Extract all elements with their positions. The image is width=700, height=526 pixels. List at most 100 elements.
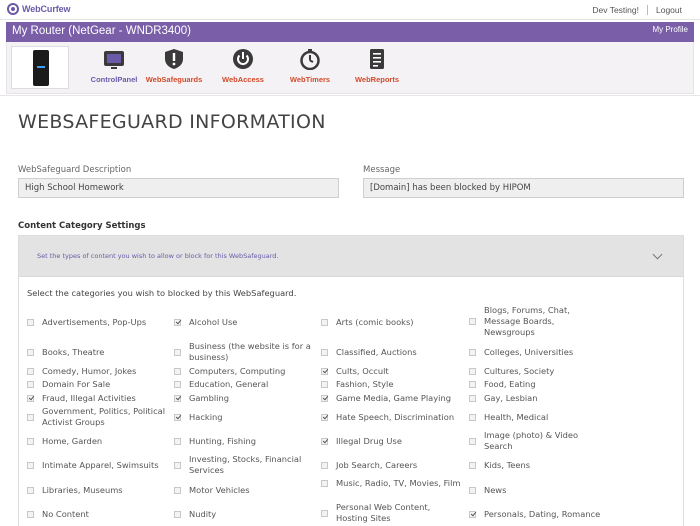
category-item[interactable]: Intimate Apparel, Swimsuits xyxy=(27,460,177,471)
checkbox[interactable] xyxy=(27,413,34,421)
category-label: Alcohol Use xyxy=(189,317,238,327)
nav-webreports[interactable]: WebReports xyxy=(342,48,412,84)
checkbox[interactable] xyxy=(469,487,476,494)
checkbox[interactable] xyxy=(321,509,328,517)
checkbox[interactable] xyxy=(321,319,328,326)
category-item[interactable]: Fashion, Style xyxy=(321,379,461,390)
category-item[interactable]: Computers, Computing xyxy=(174,366,319,377)
checkbox[interactable] xyxy=(321,395,328,402)
category-item[interactable]: Cults, Occult xyxy=(321,366,461,377)
description-input[interactable]: High School Homework xyxy=(18,178,339,198)
category-label: Hate Speech, Discrimination xyxy=(336,412,455,422)
checkbox[interactable] xyxy=(27,462,34,469)
category-item[interactable]: Books, Theatre xyxy=(27,347,177,358)
category-item[interactable]: Fraud, Illegal Activities xyxy=(27,393,177,404)
checkbox[interactable] xyxy=(174,319,181,326)
category-item[interactable]: Comedy, Humor, Jokes xyxy=(27,366,177,377)
checkbox[interactable] xyxy=(174,438,181,445)
panel-header[interactable]: Set the types of content you wish to all… xyxy=(19,236,683,277)
category-item[interactable]: Colleges, Universities xyxy=(469,347,609,358)
checkbox[interactable] xyxy=(174,414,181,421)
category-item[interactable]: Kids, Teens xyxy=(469,460,609,471)
category-item[interactable]: Arts (comic books) xyxy=(321,317,461,328)
checkbox[interactable] xyxy=(321,480,328,487)
checkbox[interactable] xyxy=(27,368,34,375)
category-item[interactable]: Music, Radio, TV, Movies, Film xyxy=(321,478,466,489)
nav-webtimers[interactable]: WebTimers xyxy=(275,48,345,84)
checkbox[interactable] xyxy=(27,381,34,388)
checkbox[interactable] xyxy=(321,414,328,421)
category-item[interactable]: Motor Vehicles xyxy=(174,485,319,496)
category-item[interactable]: Job Search, Careers xyxy=(321,460,461,471)
category-item[interactable]: News xyxy=(469,485,609,496)
category-item[interactable]: Gay, Lesbian xyxy=(469,393,609,404)
category-item[interactable]: Advertisements, Pop-Ups xyxy=(27,317,177,328)
checkbox[interactable] xyxy=(174,368,181,375)
category-item[interactable]: Government, Politics, Political Activist… xyxy=(27,406,167,428)
checkbox[interactable] xyxy=(469,368,476,375)
checkbox[interactable] xyxy=(469,511,476,518)
category-item[interactable]: Domain For Sale xyxy=(27,379,177,390)
category-item[interactable]: Hacking xyxy=(174,412,319,423)
category-item[interactable]: Blogs, Forums, Chat, Message Boards, New… xyxy=(469,305,597,338)
checkbox[interactable] xyxy=(469,318,476,325)
category-item[interactable]: Personals, Dating, Romance xyxy=(469,509,619,520)
checkbox[interactable] xyxy=(469,381,476,388)
checkbox[interactable] xyxy=(174,511,181,518)
checkbox[interactable] xyxy=(321,381,328,388)
brand-logo[interactable]: WebCurfew xyxy=(7,3,71,15)
nav-websafeguards[interactable]: WebSafeguards xyxy=(139,48,209,84)
checkbox[interactable] xyxy=(321,368,328,375)
checkbox[interactable] xyxy=(27,395,34,402)
category-item[interactable]: Education, General xyxy=(174,379,319,390)
checkbox[interactable] xyxy=(469,462,476,469)
user-link[interactable]: Dev Testing! xyxy=(584,5,647,15)
category-item[interactable]: Image (photo) & Video Search xyxy=(469,430,599,452)
checkbox[interactable] xyxy=(27,511,34,518)
nav-webaccess[interactable]: WebAccess xyxy=(208,48,278,84)
category-label: Intimate Apparel, Swimsuits xyxy=(42,460,159,470)
category-item[interactable]: Personal Web Content, Hosting Sites xyxy=(321,502,451,524)
description-label: WebSafeguard Description xyxy=(18,165,132,175)
category-item[interactable]: Alcohol Use xyxy=(174,317,314,328)
category-item[interactable]: Health, Medical xyxy=(469,412,609,423)
checkbox[interactable] xyxy=(469,349,476,356)
category-label: Job Search, Careers xyxy=(336,460,418,470)
category-item[interactable]: Nudity xyxy=(174,509,319,520)
checkbox[interactable] xyxy=(174,381,181,388)
checkbox[interactable] xyxy=(174,348,181,356)
checkbox[interactable] xyxy=(469,437,476,445)
category-item[interactable]: No Content xyxy=(27,509,177,520)
category-item[interactable]: Investing, Stocks, Financial Services xyxy=(174,454,319,476)
category-item[interactable]: Hate Speech, Discrimination xyxy=(321,412,471,423)
checkbox[interactable] xyxy=(27,487,34,494)
checkbox[interactable] xyxy=(321,349,328,356)
category-item[interactable]: Game Media, Game Playing xyxy=(321,393,466,404)
category-item[interactable]: Libraries, Museums xyxy=(27,485,177,496)
checkbox[interactable] xyxy=(321,462,328,469)
chevron-down-icon[interactable] xyxy=(652,249,663,260)
logout-link[interactable]: Logout xyxy=(648,5,690,15)
checkbox[interactable] xyxy=(174,461,181,469)
checkbox[interactable] xyxy=(27,438,34,445)
category-item[interactable]: Classified, Auctions xyxy=(321,347,461,358)
category-label: Books, Theatre xyxy=(42,347,105,357)
category-label: Gay, Lesbian xyxy=(484,393,538,403)
category-item[interactable]: Cultures, Society xyxy=(469,366,609,377)
checkbox[interactable] xyxy=(27,319,34,326)
checkbox[interactable] xyxy=(174,395,181,402)
message-input[interactable]: [Domain] has been blocked by HIPOM xyxy=(363,178,684,198)
checkbox[interactable] xyxy=(27,349,34,356)
category-item[interactable]: Home, Garden xyxy=(27,436,177,447)
category-item[interactable]: Business (the website is for a business) xyxy=(174,341,319,363)
checkbox[interactable] xyxy=(321,438,328,445)
checkbox[interactable] xyxy=(174,487,181,494)
category-item[interactable]: Hunting, Fishing xyxy=(174,436,319,447)
checkbox[interactable] xyxy=(469,414,476,421)
category-item[interactable]: Gambling xyxy=(174,393,319,404)
power-icon xyxy=(233,49,253,69)
category-item[interactable]: Food, Eating xyxy=(469,379,609,390)
checkbox[interactable] xyxy=(469,395,476,402)
category-item[interactable]: Illegal Drug Use xyxy=(321,436,461,447)
my-profile-link[interactable]: My Profile xyxy=(652,25,688,34)
